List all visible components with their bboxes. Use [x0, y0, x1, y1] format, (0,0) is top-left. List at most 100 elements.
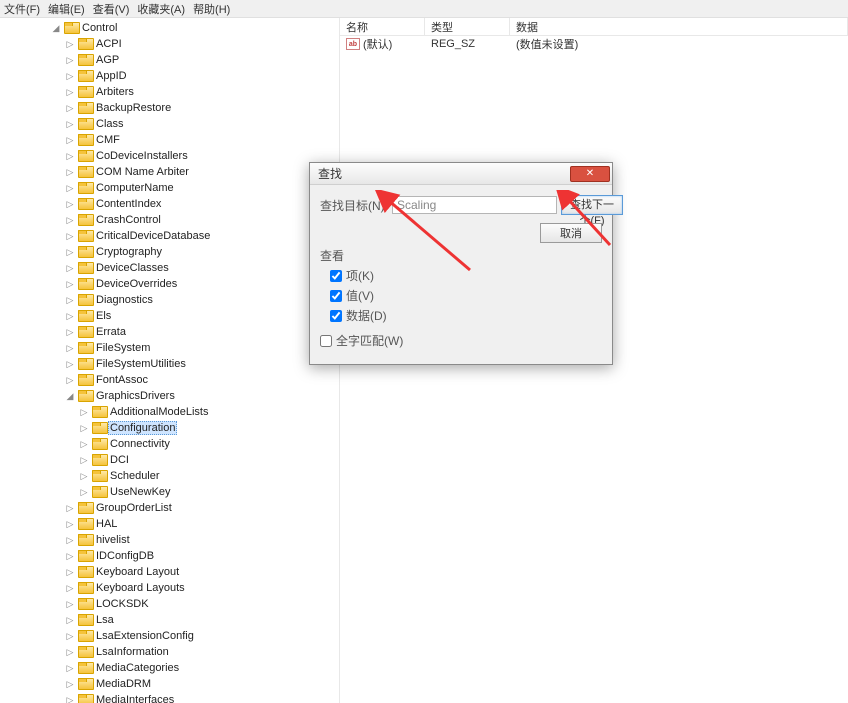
expand-icon[interactable]: ▷	[64, 599, 76, 610]
tree-node[interactable]: ▷Class	[64, 116, 339, 132]
tree-node[interactable]: ▷COM Name Arbiter	[64, 164, 339, 180]
tree-node[interactable]: ▷CoDeviceInstallers	[64, 148, 339, 164]
column-header-type[interactable]: 类型	[425, 18, 510, 35]
expand-icon[interactable]: ▷	[64, 119, 76, 130]
expand-icon[interactable]: ▷	[64, 695, 76, 703]
tree-panel[interactable]: ◢ Control ▷ACPI▷AGP▷AppID▷Arbiters▷Backu…	[0, 18, 340, 703]
expand-icon[interactable]: ▷	[78, 423, 90, 434]
find-input[interactable]	[392, 196, 557, 214]
tree-node[interactable]: ▷Keyboard Layout	[64, 564, 339, 580]
expand-icon[interactable]: ▷	[64, 631, 76, 642]
tree-node[interactable]: ▷GroupOrderList	[64, 500, 339, 516]
tree-node[interactable]: ▷MediaInterfaces	[64, 692, 339, 703]
tree-node[interactable]: ▷FontAssoc	[64, 372, 339, 388]
expand-icon[interactable]: ▷	[64, 535, 76, 546]
tree-node[interactable]: ▷Cryptography	[64, 244, 339, 260]
expand-icon[interactable]: ▷	[64, 231, 76, 242]
menu-edit[interactable]: 编辑(E)	[48, 1, 85, 17]
tree-node[interactable]: ▷DeviceOverrides	[64, 276, 339, 292]
tree-node[interactable]: ▷DeviceClasses	[64, 260, 339, 276]
expand-icon[interactable]: ▷	[78, 487, 90, 498]
expand-icon[interactable]: ▷	[78, 439, 90, 450]
tree-node[interactable]: ▷Diagnostics	[64, 292, 339, 308]
expand-icon[interactable]: ▷	[64, 87, 76, 98]
tree-node[interactable]: ▷LsaInformation	[64, 644, 339, 660]
checkbox-data[interactable]	[330, 310, 342, 322]
tree-node[interactable]: ▷Scheduler	[78, 468, 339, 484]
expand-icon[interactable]: ▷	[64, 551, 76, 562]
checkbox-wholeword[interactable]	[320, 335, 332, 347]
tree-node[interactable]: ▷Els	[64, 308, 339, 324]
expand-icon[interactable]: ▷	[64, 567, 76, 578]
expand-icon[interactable]: ▷	[78, 407, 90, 418]
tree-node[interactable]: ▷CMF	[64, 132, 339, 148]
tree-node[interactable]: ▷FileSystem	[64, 340, 339, 356]
expand-icon[interactable]: ▷	[64, 263, 76, 274]
expand-icon[interactable]: ▷	[64, 279, 76, 290]
expand-icon[interactable]: ▷	[64, 167, 76, 178]
tree-node[interactable]: ▷Configuration	[78, 420, 339, 436]
tree-node[interactable]: ▷DCI	[78, 452, 339, 468]
expand-icon[interactable]: ▷	[64, 135, 76, 146]
expand-icon[interactable]: ▷	[64, 247, 76, 258]
expand-icon[interactable]: ▷	[64, 343, 76, 354]
tree-node[interactable]: ▷MediaCategories	[64, 660, 339, 676]
expand-icon[interactable]: ▷	[64, 375, 76, 386]
expand-icon[interactable]: ▷	[64, 55, 76, 66]
expand-icon[interactable]: ▷	[78, 471, 90, 482]
checkbox-values[interactable]	[330, 290, 342, 302]
tree-node[interactable]: ▷AdditionalModeLists	[78, 404, 339, 420]
expand-icon[interactable]: ▷	[64, 359, 76, 370]
tree-node[interactable]: ▷UseNewKey	[78, 484, 339, 500]
tree-node[interactable]: ▷MediaDRM	[64, 676, 339, 692]
tree-node[interactable]: ▷IDConfigDB	[64, 548, 339, 564]
tree-node[interactable]: ▷hivelist	[64, 532, 339, 548]
tree-node[interactable]: ▷HAL	[64, 516, 339, 532]
tree-node[interactable]: ▷LsaExtensionConfig	[64, 628, 339, 644]
tree-node[interactable]: ▷ComputerName	[64, 180, 339, 196]
tree-node[interactable]: ▷Connectivity	[78, 436, 339, 452]
expand-icon[interactable]: ▷	[64, 39, 76, 50]
menu-favorites[interactable]: 收藏夹(A)	[137, 1, 185, 17]
expand-icon[interactable]: ▷	[64, 503, 76, 514]
menu-file[interactable]: 文件(F)	[4, 1, 40, 17]
tree-node-control[interactable]: ◢ Control	[50, 20, 339, 36]
expand-icon[interactable]: ▷	[64, 103, 76, 114]
tree-node[interactable]: ▷CriticalDeviceDatabase	[64, 228, 339, 244]
tree-node[interactable]: ▷ContentIndex	[64, 196, 339, 212]
column-header-data[interactable]: 数据	[510, 18, 848, 35]
tree-node[interactable]: ▷ACPI	[64, 36, 339, 52]
checkbox-keys[interactable]	[330, 270, 342, 282]
tree-node[interactable]: ▷FileSystemUtilities	[64, 356, 339, 372]
collapse-icon[interactable]: ◢	[50, 23, 62, 34]
expand-icon[interactable]: ▷	[64, 183, 76, 194]
expand-icon[interactable]: ▷	[64, 151, 76, 162]
dialog-titlebar[interactable]: 查找 ✕	[310, 163, 612, 185]
tree-node[interactable]: ▷LOCKSDK	[64, 596, 339, 612]
close-button[interactable]: ✕	[570, 166, 610, 182]
expand-icon[interactable]: ▷	[64, 663, 76, 674]
tree-node[interactable]: ▷Arbiters	[64, 84, 339, 100]
tree-node[interactable]: ▷AGP	[64, 52, 339, 68]
menu-view[interactable]: 查看(V)	[93, 1, 130, 17]
expand-icon[interactable]: ▷	[64, 327, 76, 338]
tree-node[interactable]: ▷Errata	[64, 324, 339, 340]
expand-icon[interactable]: ▷	[64, 199, 76, 210]
find-next-button[interactable]: 查找下一个(F)	[561, 195, 623, 215]
collapse-icon[interactable]: ◢	[64, 391, 76, 402]
expand-icon[interactable]: ▷	[78, 455, 90, 466]
tree-node[interactable]: ▷Keyboard Layouts	[64, 580, 339, 596]
expand-icon[interactable]: ▷	[64, 311, 76, 322]
tree-node[interactable]: ▷CrashControl	[64, 212, 339, 228]
tree-node-graphicsdrivers[interactable]: ◢ GraphicsDrivers	[64, 388, 339, 404]
list-row[interactable]: ab (默认) REG_SZ (数值未设置)	[340, 36, 848, 52]
expand-icon[interactable]: ▷	[64, 215, 76, 226]
tree-node[interactable]: ▷BackupRestore	[64, 100, 339, 116]
tree-node[interactable]: ▷AppID	[64, 68, 339, 84]
column-header-name[interactable]: 名称	[340, 18, 425, 35]
expand-icon[interactable]: ▷	[64, 583, 76, 594]
expand-icon[interactable]: ▷	[64, 295, 76, 306]
expand-icon[interactable]: ▷	[64, 679, 76, 690]
tree-node[interactable]: ▷Lsa	[64, 612, 339, 628]
expand-icon[interactable]: ▷	[64, 615, 76, 626]
